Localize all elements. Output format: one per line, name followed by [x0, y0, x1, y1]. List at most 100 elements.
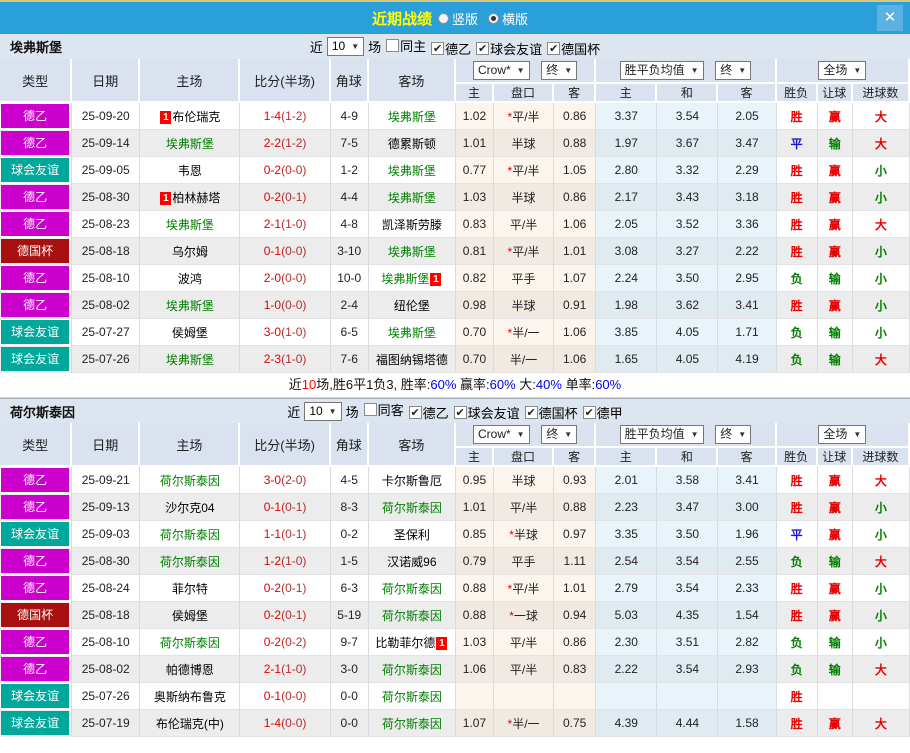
match-row: 德乙 25-08-02 埃弗斯堡 1-0(0-0) 2-4 纽伦堡 0.98 半球 0.91 1.… — [0, 292, 910, 319]
summary-segment: 60% — [489, 377, 516, 392]
avg-odds-select[interactable]: 胜平负均值 ▼ — [619, 61, 704, 80]
filter-checkbox[interactable]: ✔ 球会友谊 — [476, 39, 542, 58]
handicap-odds-away: 0.88 — [554, 494, 597, 521]
score-cell: 3-0(2-0) — [240, 467, 331, 494]
col-avg-away: 客 — [718, 84, 777, 103]
result-goals: 小 — [852, 184, 910, 211]
filter-checkbox-label: 德乙 — [445, 41, 472, 57]
odds-company-select[interactable]: Crow* ▼ — [472, 61, 530, 80]
filter-checkbox[interactable]: ✔ 德甲 — [582, 403, 623, 422]
avg-odds-home: 2.54 — [596, 548, 658, 575]
checkbox-icon: ✔ — [408, 406, 422, 419]
avg-odds-away: 2.55 — [718, 548, 777, 575]
result-goals: 大 — [852, 103, 910, 130]
home-team-cell: 荷尔斯泰因 — [140, 467, 241, 494]
col-handicap: 盘口 — [494, 448, 555, 467]
corner-cell: 8-3 — [330, 494, 369, 521]
away-team-cell: 荷尔斯泰因 — [368, 602, 456, 629]
filter-checkbox[interactable]: ✔ 德国杯 — [547, 39, 600, 58]
home-team-cell: 韦恩 — [140, 157, 241, 184]
type-badge-cell: 德乙 — [0, 656, 73, 683]
score-cell: 0-2(0-1) — [240, 575, 331, 602]
type-badge-cell: 德乙 — [0, 494, 73, 521]
team-name: 埃弗斯堡 — [10, 40, 63, 55]
avg-odds-draw: 4.44 — [657, 710, 719, 737]
handicap-line: 平/半 — [494, 494, 555, 521]
filter-checkbox-label: 德国杯 — [538, 406, 578, 421]
match-rows: 德乙 25-09-20 1 布伦瑞克 1-4(1-2) 4-9 埃弗斯堡 1.02 *平/半 0.… — [0, 103, 910, 373]
avg-odds-home: 3.35 — [596, 521, 658, 548]
league-type-badge: 德乙 — [1, 266, 70, 290]
home-team-cell: 埃弗斯堡 — [140, 211, 241, 238]
avg-odds-home: 3.37 — [596, 103, 658, 130]
result-handicap: 赢 — [817, 521, 853, 548]
result-goals: 小 — [852, 602, 910, 629]
result-wdl: 负 — [776, 265, 818, 292]
filter-checkbox[interactable]: 同主 — [386, 36, 426, 55]
team-label: 埃弗斯堡 — [387, 163, 436, 178]
filter-checkbox[interactable]: ✔ 球会友谊 — [453, 403, 520, 422]
filter-checkbox-label: 球会友谊 — [490, 41, 543, 57]
avg-odds-home: 1.65 — [596, 346, 658, 373]
avg-odds-draw: 3.43 — [657, 184, 719, 211]
type-badge-cell: 球会友谊 — [0, 683, 73, 710]
avg-odds-home: 2.80 — [596, 157, 658, 184]
close-icon[interactable]: ✕ — [877, 5, 903, 31]
date-cell: 25-09-21 — [72, 467, 141, 494]
home-team-cell: 荷尔斯泰因 — [140, 521, 241, 548]
avg-odds-select[interactable]: 胜平负均值 ▼ — [619, 425, 704, 444]
match-count-select[interactable]: 10 ▼ — [304, 401, 342, 421]
avg-odds-away: 2.05 — [718, 103, 777, 130]
avg-odds-away: 2.82 — [718, 629, 777, 656]
handicap-odds-home: 0.85 — [455, 521, 494, 548]
filter-checkbox[interactable]: ✔ 德国杯 — [524, 403, 578, 422]
avg-odds-draw — [657, 683, 719, 710]
result-goals — [852, 683, 910, 710]
away-team-cell: 埃弗斯堡 — [368, 157, 456, 184]
match-count-select[interactable]: 10 ▼ — [326, 37, 365, 56]
result-wdl: 胜 — [776, 238, 818, 265]
chevron-down-icon: ▼ — [564, 66, 573, 75]
chevron-down-icon: ▼ — [516, 430, 525, 439]
final-odds-select[interactable]: 终 ▼ — [541, 425, 578, 444]
col-avg-draw: 和 — [657, 448, 719, 467]
result-wdl: 胜 — [776, 103, 818, 130]
handicap-line: *半/一 — [494, 319, 555, 346]
date-cell: 25-07-19 — [72, 710, 141, 737]
score-cell: 1-1(0-1) — [240, 521, 331, 548]
final-avg-select[interactable]: 终 ▼ — [715, 425, 752, 444]
team-label: 荷尔斯泰因 — [381, 716, 442, 731]
match-row: 德乙 25-09-20 1 布伦瑞克 1-4(1-2) 4-9 埃弗斯堡 1.02 *平/半 0.… — [0, 103, 910, 130]
full-match-select[interactable]: 全场 ▼ — [818, 425, 867, 444]
games-label: 场 — [345, 404, 359, 420]
final-avg-select[interactable]: 终 ▼ — [715, 61, 752, 80]
home-team-cell: 波鸿 — [140, 265, 241, 292]
filter-checkbox[interactable]: ✔ 德乙 — [408, 403, 449, 422]
team-name: 荷尔斯泰因 — [10, 404, 76, 420]
league-type-badge: 德乙 — [1, 630, 70, 654]
handicap-odds-home: 0.79 — [455, 548, 494, 575]
league-type-badge: 德乙 — [1, 468, 70, 492]
filter-checkbox[interactable]: ✔ 德乙 — [431, 39, 471, 58]
final-odds-select[interactable]: 终 ▼ — [541, 61, 578, 80]
home-team-cell: 帕德博恩 — [140, 656, 241, 683]
radio-horizontal-layout[interactable]: 横版 — [488, 9, 528, 28]
result-goals: 大 — [852, 346, 910, 373]
date-cell: 25-07-27 — [72, 319, 141, 346]
radio-vertical-layout[interactable]: 竖版 — [437, 9, 478, 28]
league-type-badge: 德乙 — [1, 576, 70, 600]
corner-cell: 9-7 — [330, 629, 369, 656]
full-match-select[interactable]: 全场 ▼ — [818, 61, 867, 80]
avg-odds-draw: 4.05 — [657, 346, 719, 373]
result-goals: 大 — [852, 130, 910, 157]
score-cell: 2-1(1-0) — [240, 211, 331, 238]
handicap-odds-home: 1.06 — [455, 656, 494, 683]
filter-checkbox[interactable]: 同客 — [363, 400, 404, 419]
team-label: 乌尔姆 — [171, 244, 208, 259]
handicap-odds-home: 0.88 — [455, 602, 494, 629]
odds-company-select[interactable]: Crow* ▼ — [472, 425, 530, 444]
result-goals: 小 — [852, 157, 910, 184]
home-team-cell: 乌尔姆 — [140, 238, 241, 265]
avg-odds-home: 1.98 — [596, 292, 658, 319]
team-label: 凯泽斯劳滕 — [381, 217, 442, 232]
